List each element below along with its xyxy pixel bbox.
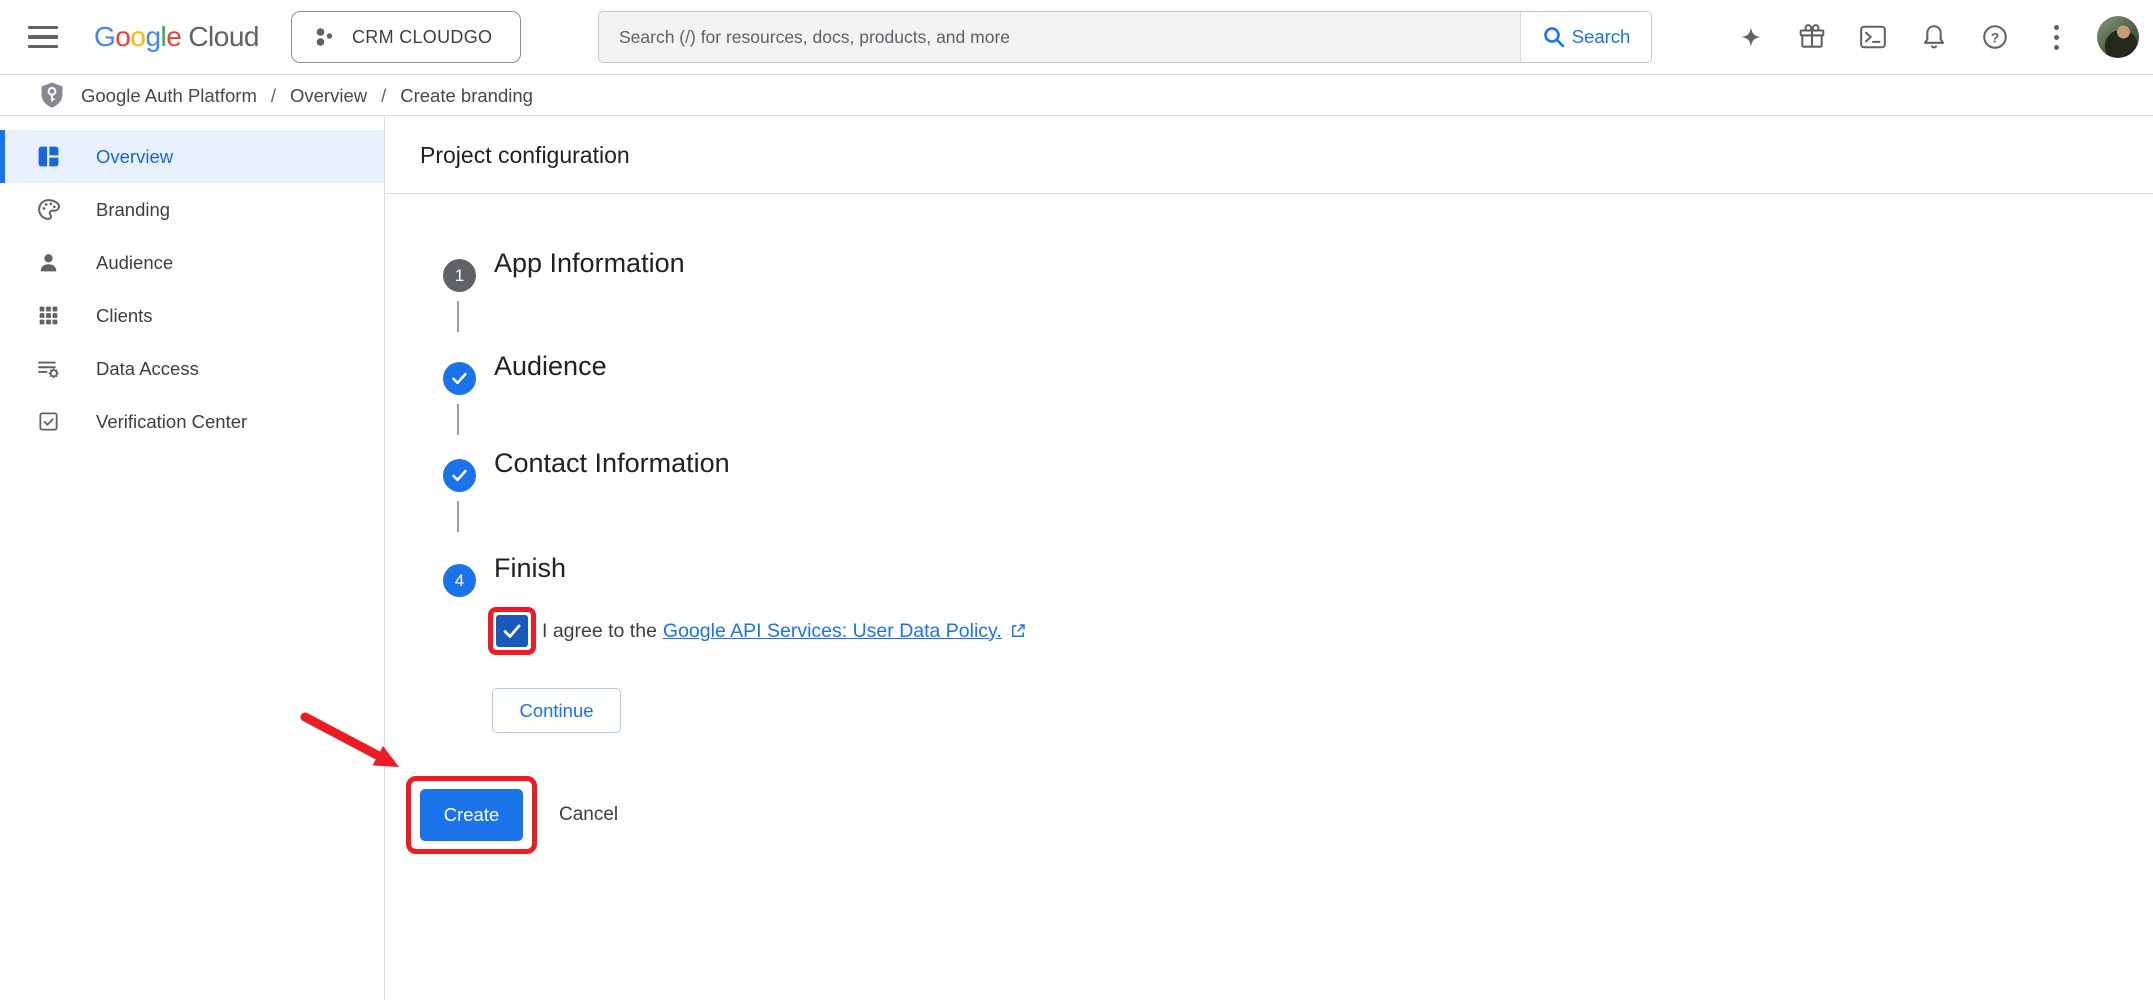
checkbox-annotation-box	[488, 607, 536, 655]
sidebar-item-overview[interactable]: Overview	[0, 130, 384, 183]
overview-icon	[35, 144, 62, 169]
breadcrumb-item-auth-platform[interactable]: Google Auth Platform	[81, 85, 257, 107]
list-gear-icon	[35, 356, 62, 381]
create-button[interactable]: Create	[420, 789, 523, 841]
auth-platform-icon	[37, 80, 67, 111]
sidebar-item-label: Branding	[96, 199, 170, 221]
help-icon[interactable]: ?	[1978, 20, 2012, 54]
open-in-new-icon[interactable]	[1009, 622, 1027, 640]
sidebar-item-label: Clients	[96, 305, 153, 327]
project-selector-button[interactable]: CRM CLOUDGO	[291, 11, 521, 63]
step-number: 1	[455, 266, 464, 286]
step-2-circle	[443, 362, 476, 395]
create-annotation-box: Create	[406, 776, 537, 854]
search-button-label: Search	[1572, 26, 1631, 48]
person-icon	[35, 250, 62, 275]
sidebar-item-label: Verification Center	[96, 411, 247, 433]
main-content: Project configuration 1 App Information …	[386, 117, 2153, 1000]
logo-letter: g	[145, 21, 160, 53]
more-options-icon[interactable]	[2039, 20, 2073, 54]
agreement-prefix: I agree to the	[542, 620, 657, 643]
step-3-circle	[443, 459, 476, 492]
step-2-label: Audience	[494, 351, 607, 382]
cloud-shell-icon[interactable]	[1856, 20, 1890, 54]
step-done-check-icon	[450, 369, 469, 388]
top-app-bar: G o o g l e Cloud CRM CLOUDGO Sea	[0, 0, 2153, 75]
step-connector	[457, 501, 459, 532]
agreement-text: I agree to the Google API Services: User…	[542, 620, 1027, 643]
project-icon	[314, 26, 336, 48]
breadcrumb-item-overview[interactable]: Overview	[290, 85, 367, 107]
palette-icon	[35, 197, 62, 222]
agreement-row: I agree to the Google API Services: User…	[488, 607, 1027, 655]
sidebar-item-label: Overview	[96, 146, 173, 168]
logo-cloud-text: Cloud	[188, 21, 259, 53]
topbar-actions: ?	[1707, 16, 2139, 58]
logo-letter: o	[130, 21, 145, 53]
check-square-icon	[35, 410, 62, 433]
apps-grid-icon	[35, 303, 62, 328]
svg-text:?: ?	[1991, 29, 2000, 45]
sidebar-item-verification-center[interactable]: Verification Center	[0, 395, 384, 448]
step-4-label: Finish	[494, 553, 566, 584]
continue-button[interactable]: Continue	[492, 688, 621, 733]
breadcrumb: Google Auth Platform / Overview / Create…	[0, 76, 2153, 116]
sidebar-item-audience[interactable]: Audience	[0, 236, 384, 289]
step-done-check-icon	[450, 466, 469, 485]
step-1-circle: 1	[443, 259, 476, 292]
notifications-icon[interactable]	[1917, 20, 1951, 54]
gemini-icon[interactable]	[1734, 20, 1768, 54]
agreement-checkbox[interactable]	[496, 615, 528, 647]
step-number: 4	[455, 571, 464, 591]
gcp-console-page: G o o g l e Cloud CRM CLOUDGO Sea	[0, 0, 2153, 1000]
breadcrumb-separator: /	[271, 85, 276, 107]
sidebar-item-branding[interactable]: Branding	[0, 183, 384, 236]
step-connector	[457, 301, 459, 332]
menu-icon[interactable]	[28, 26, 58, 48]
page-header: Project configuration	[386, 117, 2153, 194]
search-input[interactable]	[599, 12, 1520, 62]
user-data-policy-link[interactable]: Google API Services: User Data Policy.	[663, 620, 1002, 643]
google-cloud-logo[interactable]: G o o g l e Cloud	[94, 21, 259, 53]
step-3-label: Contact Information	[494, 448, 730, 479]
breadcrumb-separator: /	[381, 85, 386, 107]
sidebar-item-label: Data Access	[96, 358, 199, 380]
page-title: Project configuration	[420, 142, 630, 169]
step-4-circle: 4	[443, 564, 476, 597]
logo-letter: G	[94, 21, 115, 53]
breadcrumb-item-create-branding: Create branding	[400, 85, 533, 107]
global-search-bar: Search	[598, 11, 1652, 63]
step-1-label: App Information	[494, 248, 685, 279]
sidebar-item-clients[interactable]: Clients	[0, 289, 384, 342]
project-name: CRM CLOUDGO	[352, 27, 492, 48]
search-icon	[1542, 25, 1566, 49]
checkbox-check-icon	[500, 619, 524, 643]
sidebar-item-data-access[interactable]: Data Access	[0, 342, 384, 395]
logo-letter: o	[115, 21, 130, 53]
user-avatar[interactable]	[2097, 16, 2139, 58]
cancel-button[interactable]: Cancel	[549, 776, 628, 854]
left-nav: Overview Branding Audienc	[0, 117, 385, 1000]
gift-icon[interactable]	[1795, 20, 1829, 54]
step-connector	[457, 404, 459, 435]
search-button[interactable]: Search	[1520, 12, 1651, 62]
logo-letter: e	[166, 21, 181, 53]
sidebar-item-label: Audience	[96, 252, 173, 274]
